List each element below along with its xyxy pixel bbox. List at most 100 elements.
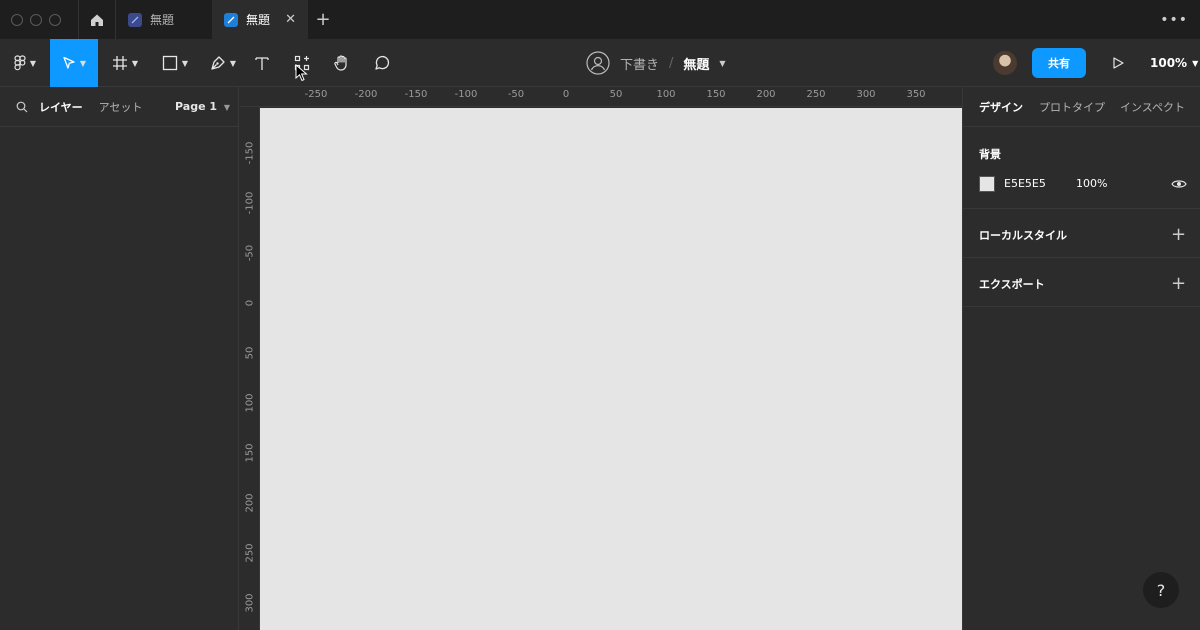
comment-tool-button[interactable] [370, 39, 394, 87]
shape-tool-button[interactable]: ▼ [156, 39, 194, 87]
file-name[interactable]: 無題 [683, 54, 709, 73]
pen-tool-button[interactable]: ▼ [204, 39, 242, 87]
help-button[interactable]: ? [1143, 572, 1179, 608]
background-opacity-input[interactable]: 100% [1076, 177, 1107, 190]
pen-icon [211, 56, 225, 70]
ruler-tick-x: 200 [756, 89, 776, 100]
local-styles-title: ローカルスタイル [979, 229, 1067, 242]
ruler-tick-x: -150 [404, 89, 428, 100]
share-button[interactable]: 共有 [1032, 48, 1086, 78]
tab-prototype[interactable]: プロトタイプ [1039, 99, 1105, 115]
ruler-tick-x: 250 [806, 89, 826, 100]
ruler-tick-x: -200 [354, 89, 378, 100]
ruler-tick-x: -250 [304, 89, 328, 100]
add-export-icon[interactable]: + [1171, 273, 1186, 294]
ruler-tick-y: 50 [244, 346, 256, 360]
ruler-tick-x: 150 [706, 89, 726, 100]
chevron-down-icon: ▼ [1192, 58, 1199, 68]
canvas[interactable] [260, 108, 962, 630]
present-button[interactable] [1108, 53, 1128, 73]
export-section: エクスポート + [963, 258, 1200, 307]
ruler-tick-x: 50 [609, 89, 623, 100]
ruler-tick-y: 300 [244, 593, 256, 613]
properties-panel: デザイン プロトタイプ インスペクト 背景 E5E5E5 100% ローカルスタ… [962, 87, 1200, 630]
chevron-down-icon: ▼ [229, 58, 237, 68]
zoom-dropdown[interactable]: 100% ▼ [1150, 39, 1198, 87]
window-controls [0, 13, 78, 26]
maximize-window-button[interactable] [49, 13, 61, 26]
ruler-tick-y: 100 [244, 393, 256, 413]
tab-label: 無題 [150, 13, 175, 27]
text-tool-button[interactable] [250, 39, 274, 87]
ruler-tick-y: 200 [244, 493, 256, 513]
tab-bar: 無題 無題 ✕ + ••• [0, 0, 1200, 39]
tab-design[interactable]: デザイン [979, 99, 1023, 115]
breadcrumb-separator: / [669, 55, 674, 71]
file-icon [128, 12, 142, 27]
tab-label: 無題 [246, 13, 271, 27]
layers-panel: レイヤー アセット Page 1 ▼ [0, 87, 239, 630]
main-menu-button[interactable]: ▼ [6, 39, 44, 87]
export-title: エクスポート [979, 278, 1045, 291]
more-options-icon[interactable]: ••• [1160, 12, 1188, 28]
local-styles-section: ローカルスタイル + [963, 209, 1200, 258]
chevron-down-icon: ▼ [131, 58, 139, 68]
frame-icon [112, 56, 127, 70]
cursor-arrow-icon [63, 56, 75, 69]
chevron-down-icon: ▼ [79, 58, 87, 68]
eye-icon[interactable] [1171, 176, 1187, 192]
text-icon [255, 57, 269, 70]
page-label: Page 1 [175, 100, 218, 113]
tab-layers[interactable]: レイヤー [39, 99, 83, 115]
layers-panel-header: レイヤー アセット Page 1 ▼ [0, 87, 238, 127]
tab-file-1[interactable]: 無題 [116, 0, 212, 39]
file-breadcrumb: 下書き / 無題 ▼ [586, 39, 726, 87]
page-selector[interactable]: Page 1 ▼ [175, 100, 230, 113]
rectangle-icon [162, 55, 178, 71]
move-tool-button[interactable]: ▼ [50, 39, 98, 87]
ruler-tick-x: 100 [656, 89, 676, 100]
close-tab-icon[interactable]: ✕ [285, 12, 296, 27]
ruler-tick-y: 0 [244, 299, 256, 307]
file-icon [224, 12, 238, 27]
new-tab-button[interactable]: + [308, 9, 338, 30]
tab-file-2[interactable]: 無題 ✕ [212, 0, 308, 39]
tab-assets[interactable]: アセット [99, 99, 143, 115]
background-title: 背景 [979, 148, 1001, 161]
ruler-tick-x: -100 [454, 89, 478, 100]
toolbar: ▼ ▼ ▼ ▼ ▼ 下書き / 無題 ▼ 共有 100% ▼ [0, 39, 1200, 87]
ruler-tick-x: -50 [507, 89, 525, 100]
user-avatar-icon [586, 51, 610, 75]
ruler-tick-y: 150 [244, 443, 256, 463]
avatar[interactable] [993, 51, 1017, 75]
hand-tool-button[interactable] [330, 39, 354, 87]
home-icon [91, 14, 103, 26]
close-window-button[interactable] [11, 13, 23, 26]
chevron-down-icon: ▼ [181, 58, 189, 68]
tab-inspect[interactable]: インスペクト [1120, 99, 1185, 115]
play-icon [1113, 57, 1124, 69]
home-button[interactable] [78, 0, 116, 39]
background-color-swatch[interactable] [979, 176, 995, 192]
hand-icon [334, 55, 347, 71]
background-hex-input[interactable]: E5E5E5 [1004, 177, 1046, 190]
ruler-tick-x: 350 [906, 89, 926, 100]
comment-icon [375, 55, 390, 70]
horizontal-ruler: -250 -200 -150 -100 -50 0 50 100 150 200 250 300 350… [240, 87, 969, 107]
search-icon[interactable] [16, 101, 28, 113]
vertical-ruler: -150 -100 -50 0 50 100 150 200 250 300 [240, 107, 260, 630]
minimize-window-button[interactable] [30, 13, 42, 26]
add-style-icon[interactable]: + [1171, 224, 1186, 245]
drafts-link[interactable]: 下書き [620, 54, 659, 73]
ruler-tick-y: -50 [244, 244, 256, 262]
mouse-cursor-icon [295, 64, 308, 82]
ruler-tick-x: 0 [562, 89, 570, 100]
chevron-down-icon: ▼ [223, 103, 231, 112]
chevron-down-icon[interactable]: ▼ [719, 59, 725, 68]
zoom-value: 100% [1150, 56, 1188, 70]
ruler-tick-x: 300 [856, 89, 876, 100]
chevron-down-icon: ▼ [29, 58, 37, 68]
background-section: 背景 E5E5E5 100% [963, 127, 1200, 209]
ruler-tick-y: -100 [244, 191, 256, 215]
frame-tool-button[interactable]: ▼ [106, 39, 144, 87]
